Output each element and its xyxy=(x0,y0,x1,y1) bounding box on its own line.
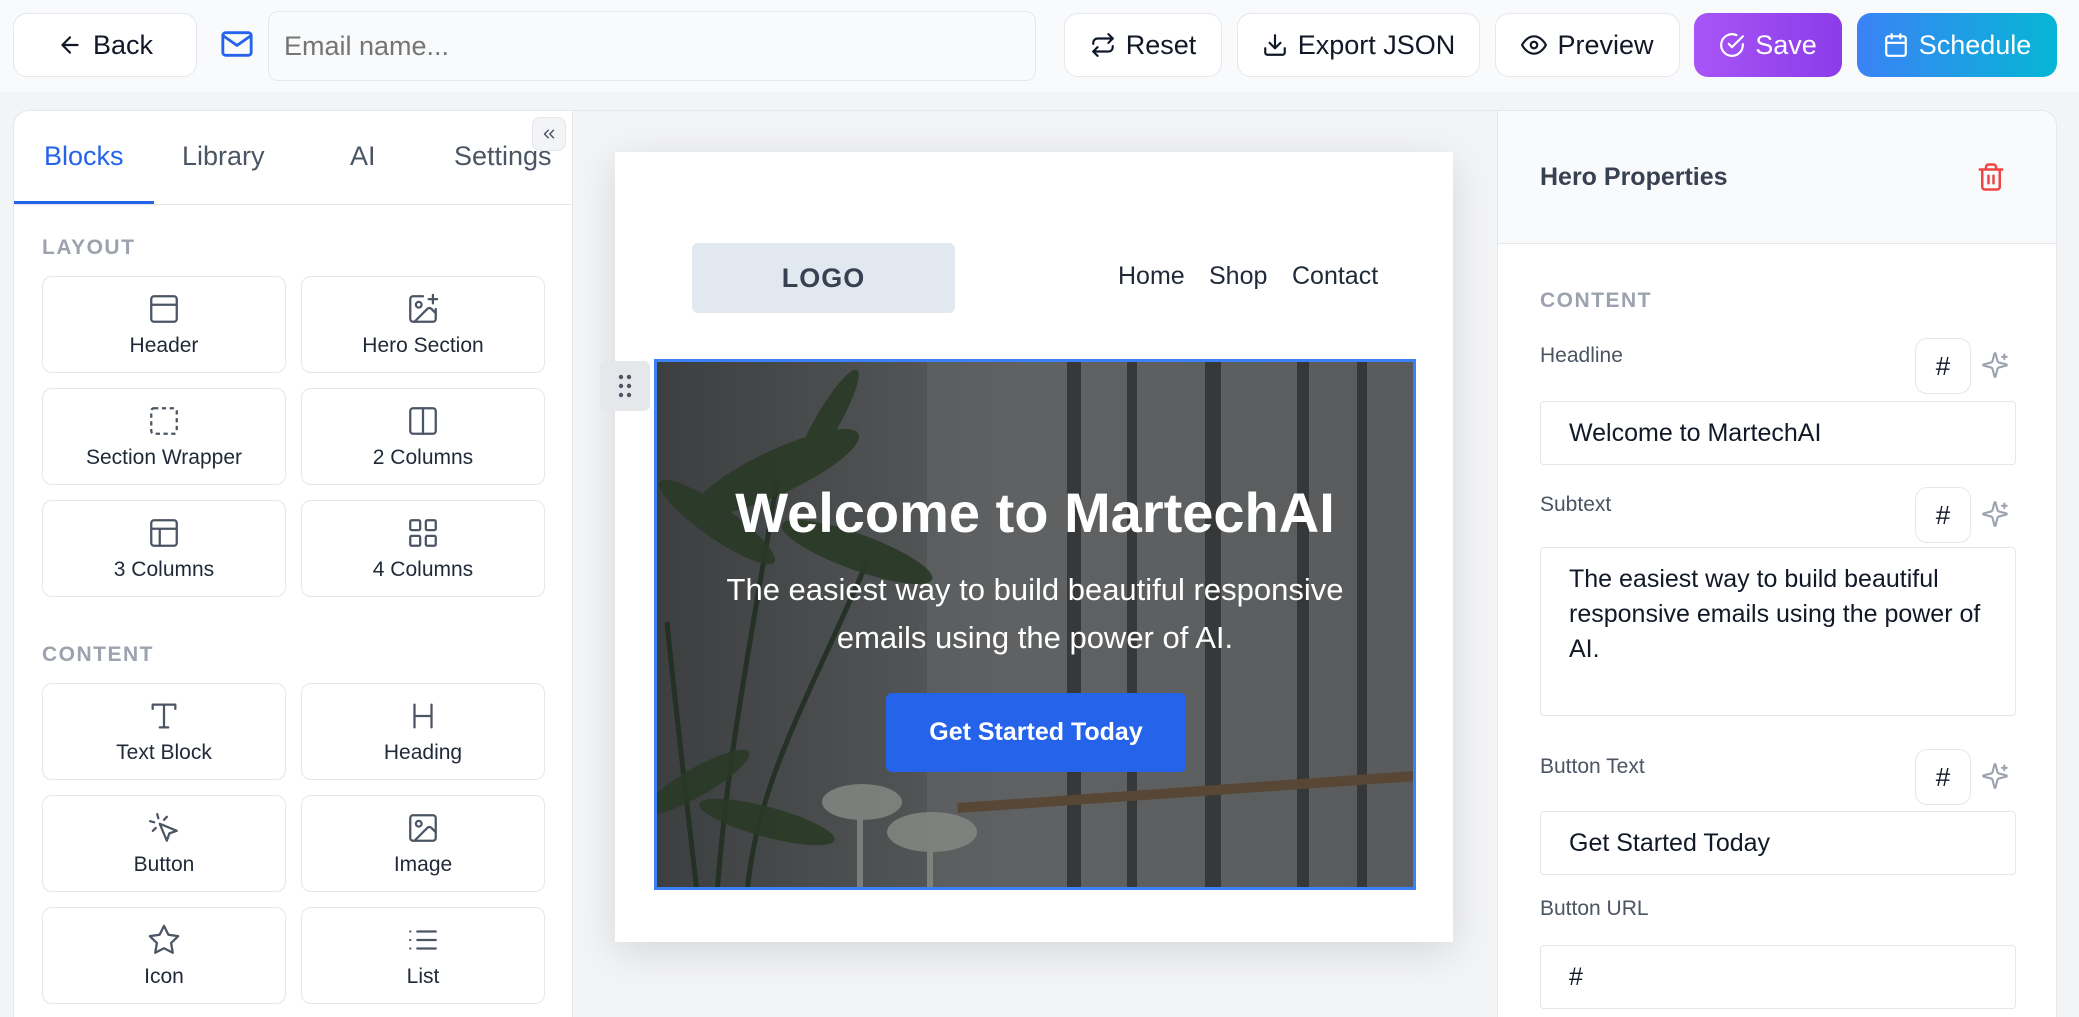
block-label: Section Wrapper xyxy=(85,445,243,469)
back-label: Back xyxy=(92,29,154,60)
hero-subtext[interactable]: The easiest way to build beautiful respo… xyxy=(687,566,1383,662)
block-label: Text Block xyxy=(116,740,212,764)
grid-4-icon xyxy=(409,518,437,547)
tab-ai[interactable]: AI xyxy=(350,141,376,172)
image-icon xyxy=(409,813,437,842)
hero-section-selected[interactable]: Welcome to MartechAI The easiest way to … xyxy=(654,359,1416,890)
list-icon xyxy=(409,929,437,950)
properties-header: Hero Properties xyxy=(1498,111,2056,244)
hero-title[interactable]: Welcome to MartechAI xyxy=(657,480,1413,545)
headline-merge-tag-button[interactable]: # xyxy=(1915,338,1971,394)
reset-button[interactable]: Reset xyxy=(1064,13,1222,77)
schedule-label: Schedule xyxy=(1918,29,2032,60)
save-button[interactable]: Save xyxy=(1694,13,1842,77)
block-4-columns[interactable]: 4 Columns xyxy=(301,500,545,597)
eye-icon xyxy=(1521,35,1548,55)
star-icon xyxy=(148,924,180,954)
email-name-input[interactable] xyxy=(268,11,1036,81)
button-text-label: Button Text xyxy=(1540,755,1645,778)
block-heading[interactable]: Heading xyxy=(301,683,545,780)
hero-cta-button[interactable]: Get Started Today xyxy=(886,693,1186,772)
type-icon xyxy=(151,703,177,728)
content-section-label: CONTENT xyxy=(42,643,154,666)
sparkles-icon[interactable] xyxy=(1981,351,2009,379)
headline-input[interactable]: Welcome to MartechAI xyxy=(1540,401,2016,465)
drag-handle[interactable] xyxy=(600,361,650,411)
block-section-wrapper[interactable]: Section Wrapper xyxy=(42,388,286,485)
block-icon[interactable]: Icon xyxy=(42,907,286,1004)
block-image[interactable]: Image xyxy=(301,795,545,892)
properties-panel: Hero Properties CONTENT Headline # Welco… xyxy=(1497,110,2057,1017)
check-circle-icon xyxy=(1720,33,1745,57)
grip-vertical-icon xyxy=(618,374,632,398)
block-label: Heading xyxy=(383,740,463,764)
block-label: 3 Columns xyxy=(113,557,215,581)
collapse-panel-button[interactable] xyxy=(532,117,566,151)
subtext-label: Subtext xyxy=(1540,493,1612,516)
block-button[interactable]: Button xyxy=(42,795,286,892)
subtext-textarea[interactable]: The easiest way to build beautiful respo… xyxy=(1540,547,2016,716)
block-label: Hero Section xyxy=(362,333,484,357)
top-bar: Back Reset Export JSON Preview Save Sche… xyxy=(0,0,2079,92)
email-nav-shop[interactable]: Shop xyxy=(1209,262,1267,291)
subtext-merge-tag-button[interactable]: # xyxy=(1915,487,1971,543)
block-3-columns[interactable]: 3 Columns xyxy=(42,500,286,597)
dashed-square-icon xyxy=(150,406,178,435)
reset-label: Reset xyxy=(1125,29,1197,60)
pointer-click-icon xyxy=(148,812,178,842)
block-label: Button xyxy=(133,852,195,876)
sparkles-icon[interactable] xyxy=(1981,500,2009,528)
email-logo-placeholder[interactable]: LOGO xyxy=(692,243,955,313)
trash-icon[interactable] xyxy=(1976,161,2006,193)
block-label: Image xyxy=(393,852,453,876)
heading-icon xyxy=(413,703,433,728)
preview-label: Preview xyxy=(1557,29,1654,60)
export-json-button[interactable]: Export JSON xyxy=(1237,13,1480,77)
block-header[interactable]: Header xyxy=(42,276,286,373)
active-tab-indicator xyxy=(14,201,154,204)
block-label: Header xyxy=(129,333,199,357)
columns-2-icon xyxy=(409,406,437,435)
panel-top-icon xyxy=(150,294,178,323)
download-icon xyxy=(1263,34,1286,56)
schedule-button[interactable]: Schedule xyxy=(1857,13,2057,77)
save-label: Save xyxy=(1755,29,1817,60)
panel-tabs: Blocks Library AI Settings xyxy=(14,111,572,205)
button-url-label: Button URL xyxy=(1540,897,1649,920)
blocks-panel: Blocks Library AI Settings LAYOUT Header… xyxy=(13,110,573,1017)
layout-section-label: LAYOUT xyxy=(42,236,136,259)
block-label: Icon xyxy=(144,964,184,988)
tab-library[interactable]: Library xyxy=(182,141,265,172)
button-url-input[interactable]: # xyxy=(1540,945,2016,1009)
preview-button[interactable]: Preview xyxy=(1495,13,1680,77)
repeat-icon xyxy=(1091,33,1114,57)
content-section-label: CONTENT xyxy=(1540,289,1652,312)
calendar-icon xyxy=(1884,33,1907,57)
arrow-left-icon xyxy=(61,36,79,54)
block-label: 2 Columns xyxy=(372,445,474,469)
chevrons-left-icon xyxy=(543,129,555,139)
properties-title: Hero Properties xyxy=(1540,163,1728,191)
tab-blocks[interactable]: Blocks xyxy=(44,141,124,172)
block-text-block[interactable]: Text Block xyxy=(42,683,286,780)
block-list[interactable]: List xyxy=(301,907,545,1004)
headline-label: Headline xyxy=(1540,344,1623,367)
email-nav-contact[interactable]: Contact xyxy=(1292,262,1378,291)
export-label: Export JSON xyxy=(1297,29,1456,60)
block-2-columns[interactable]: 2 Columns xyxy=(301,388,545,485)
hash-symbol: # xyxy=(1935,350,1951,381)
sparkles-icon[interactable] xyxy=(1981,762,2009,790)
image-plus-icon xyxy=(409,293,439,323)
button-text-input[interactable]: Get Started Today xyxy=(1540,811,2016,875)
block-label: 4 Columns xyxy=(372,557,474,581)
button-text-merge-tag-button[interactable]: # xyxy=(1915,749,1971,805)
layout-panel-icon xyxy=(150,518,178,547)
back-button[interactable]: Back xyxy=(13,13,197,77)
email-nav-home[interactable]: Home xyxy=(1118,262,1185,291)
hash-symbol: # xyxy=(1935,761,1951,792)
block-label: List xyxy=(406,964,440,988)
hash-symbol: # xyxy=(1935,499,1951,530)
mail-icon xyxy=(221,31,253,57)
block-hero-section[interactable]: Hero Section xyxy=(301,276,545,373)
